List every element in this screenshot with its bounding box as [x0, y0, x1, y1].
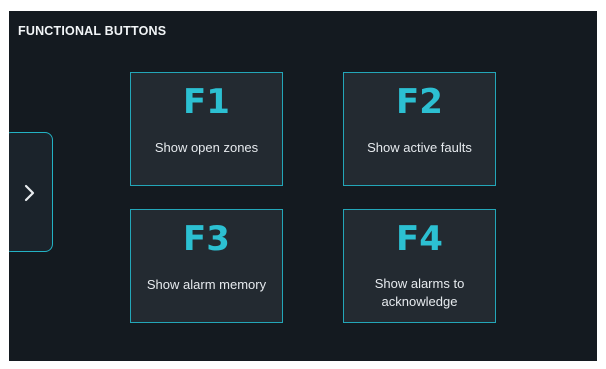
function-key-label: F3	[183, 219, 230, 259]
function-description: Show alarms to acknowledge	[374, 276, 465, 309]
function-key-label: F4	[396, 219, 443, 259]
function-description: Show active faults	[367, 140, 472, 155]
side-panel-toggle-button[interactable]	[9, 132, 53, 252]
function-button-f4[interactable]: F4 Show alarms to acknowledge	[343, 209, 496, 323]
functional-buttons-screen: FUNCTIONAL BUTTONS F1 Show open zones F2…	[9, 11, 597, 361]
function-button-f1[interactable]: F1 Show open zones	[130, 72, 283, 186]
page-title: FUNCTIONAL BUTTONS	[18, 24, 167, 38]
function-description: Show open zones	[154, 140, 259, 155]
function-key-label: F2	[396, 82, 443, 122]
function-button-f2[interactable]: F2 Show active faults	[343, 72, 496, 186]
chevron-right-icon	[24, 184, 35, 202]
function-button-f3[interactable]: F3 Show alarm memory	[130, 209, 283, 323]
function-description: Show alarm memory	[146, 277, 267, 292]
function-key-label: F1	[183, 82, 230, 122]
